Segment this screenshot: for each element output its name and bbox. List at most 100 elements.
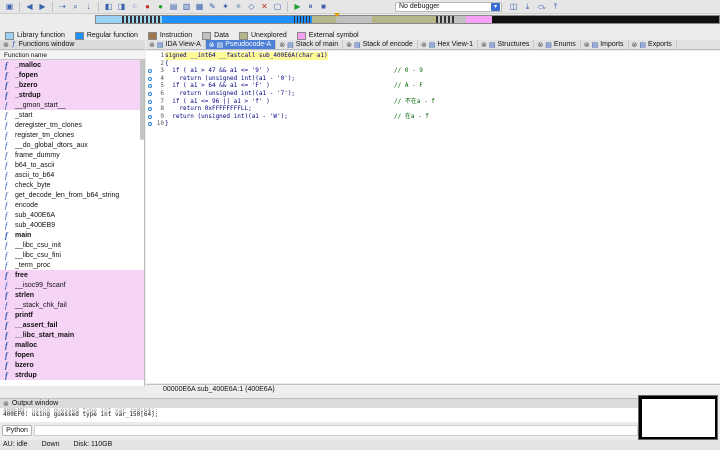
close-icon[interactable]: ⊗ (632, 41, 638, 49)
function-icon[interactable]: ● (142, 1, 153, 12)
function-list-item[interactable]: f printf (0, 310, 144, 320)
line-marker-icon[interactable] (148, 69, 152, 74)
pseudocode-view[interactable]: 1 signed __int64 __fastcall sub_400E6A(ch… (146, 51, 720, 383)
line-marker-icon[interactable] (148, 92, 152, 96)
struct-icon[interactable]: ▥ (181, 1, 192, 12)
tab-exports[interactable]: ⊗ ▤ Exports (629, 40, 677, 49)
data-icon[interactable]: ◨ (116, 1, 127, 12)
function-list-item[interactable]: f __libc_start_main (0, 330, 144, 340)
close-icon[interactable]: ⊗ (421, 41, 427, 49)
patch-icon[interactable]: ✦ (220, 1, 231, 12)
line-marker-icon[interactable] (148, 122, 152, 127)
column-header-function-name[interactable]: Function name (0, 51, 145, 60)
delete-icon[interactable]: ✕ (259, 1, 270, 12)
enum-icon[interactable]: ▦ (194, 1, 205, 12)
function-list-item[interactable]: f strdup (0, 370, 144, 380)
forward-icon[interactable]: ▶ (37, 1, 48, 12)
close-icon[interactable]: ⊗ (209, 41, 215, 49)
function-list-item[interactable]: f __libc_csu_init (0, 240, 144, 250)
step-into-icon[interactable]: ⤓ (522, 1, 533, 12)
function-list-item[interactable]: f _strdup (0, 90, 144, 100)
line-marker-icon[interactable] (148, 99, 152, 104)
line-marker-icon[interactable] (148, 76, 152, 81)
stop-icon[interactable]: ■ (318, 1, 329, 12)
function-list-item[interactable]: f __assert_fail (0, 320, 144, 330)
function-list-item[interactable]: f bzero (0, 360, 144, 370)
function-list-item[interactable]: f _bzero (0, 80, 144, 90)
search-icon[interactable]: ⌕ (70, 1, 81, 12)
function-list-item[interactable]: f sub_400EB9 (0, 220, 144, 230)
close-icon[interactable]: ⊗ (3, 400, 9, 408)
function-list-item[interactable]: f __isoc99_fscanf (0, 280, 144, 290)
green-circle-icon[interactable]: ● (155, 1, 166, 12)
function-list-item[interactable]: f frame_dummy (0, 150, 144, 160)
close-icon[interactable]: ⊗ (537, 41, 543, 49)
function-list-item[interactable]: f b64_to_ascii (0, 160, 144, 170)
close-icon[interactable]: ⊗ (3, 41, 9, 49)
back-icon[interactable]: ◀ (24, 1, 35, 12)
tab-stack-of-encode[interactable]: ⊗ ▤ Stack of encode (343, 40, 418, 49)
python-button[interactable]: Python (2, 425, 32, 436)
function-list-item[interactable]: f __do_global_dtors_aux (0, 140, 144, 150)
function-list-item[interactable]: f free (0, 270, 144, 280)
function-list-item[interactable]: f _term_proc (0, 260, 144, 270)
save-icon[interactable]: ▣ (4, 1, 15, 12)
functions-scrollbar[interactable] (140, 60, 144, 140)
breakpoint-icon[interactable]: ✧ (233, 1, 244, 12)
close-icon[interactable]: ⊗ (149, 41, 155, 49)
function-list-item[interactable]: f fopen (0, 350, 144, 360)
code-line[interactable]: 10} (146, 120, 720, 128)
tab-pseudocode-a[interactable]: ⊗ ▤ Pseudocode-A (205, 40, 277, 49)
close-icon[interactable]: ⊗ (584, 41, 590, 49)
line-marker-icon[interactable] (148, 107, 152, 112)
command-input[interactable] (34, 425, 638, 436)
tab-enums[interactable]: ⊗ ▤ Enums (534, 40, 581, 49)
pause-icon[interactable]: ⏸ (305, 1, 316, 12)
function-list-item[interactable]: f __stack_chk_fail (0, 300, 144, 310)
tab-stack-of-main[interactable]: ⊗ ▤ Stack of main (276, 40, 344, 49)
tab-ida-view-a[interactable]: ⊗ ▤ IDA View-A (146, 40, 206, 49)
function-list-item[interactable]: f _start (0, 110, 144, 120)
step-over-icon[interactable]: ⤼ (536, 1, 547, 12)
step-out-icon[interactable]: ⤒ (550, 1, 561, 12)
function-list-item[interactable]: f sub_400E6A (0, 210, 144, 220)
tab-imports[interactable]: ⊗ ▤ Imports (581, 40, 629, 49)
down-arrow-icon[interactable]: ↓ (83, 1, 94, 12)
line-marker-icon[interactable] (148, 114, 152, 119)
string-icon[interactable]: ⁘ (129, 1, 140, 12)
function-list-item[interactable]: f main (0, 230, 144, 240)
function-list-item[interactable]: f malloc (0, 340, 144, 350)
debugger-select[interactable]: No debugger ▾ (395, 2, 502, 12)
function-list-item[interactable]: f _fopen (0, 70, 144, 80)
tab-label: Pseudocode-A (225, 41, 272, 48)
function-list-item[interactable]: f encode (0, 200, 144, 210)
tab-hex-view-1[interactable]: ⊗ ▤ Hex View-1 (418, 40, 478, 49)
play-icon[interactable]: ▶ (292, 1, 303, 12)
function-icon: f (5, 120, 8, 130)
debug-icon[interactable]: ◫ (508, 1, 519, 12)
function-list-item[interactable]: f get_decode_len_from_b64_string (0, 190, 144, 200)
close-icon[interactable]: ⊗ (279, 41, 285, 49)
close-icon[interactable]: ⊗ (481, 41, 487, 49)
close-icon[interactable]: ⊗ (346, 41, 352, 49)
function-list-item[interactable]: f check_byte (0, 180, 144, 190)
jump-icon[interactable]: ⇢ (57, 1, 68, 12)
functions-window-title: ⊗ ƒ Functions window (0, 40, 145, 50)
function-list-item[interactable]: f ascii_to_b64 (0, 170, 144, 180)
edit-icon[interactable]: ✎ (207, 1, 218, 12)
function-list-item[interactable]: f __gmon_start__ (0, 100, 144, 110)
hide-icon[interactable]: ◇ (246, 1, 257, 12)
function-list-item[interactable]: f deregister_tm_clones (0, 120, 144, 130)
graph-overview[interactable] (638, 395, 718, 440)
tab-structures[interactable]: ⊗ ▤ Structures (478, 40, 535, 49)
function-list-item[interactable]: f strlen (0, 290, 144, 300)
navigation-band[interactable] (95, 15, 720, 24)
code-icon[interactable]: ◧ (103, 1, 114, 12)
function-list-item[interactable]: f __libc_csu_fini (0, 250, 144, 260)
function-list-item[interactable]: f _malloc (0, 60, 144, 70)
toolbar-separator (287, 1, 288, 12)
graph-icon[interactable]: ▢ (272, 1, 283, 12)
array-icon[interactable]: ▤ (168, 1, 179, 12)
line-marker-icon[interactable] (148, 84, 152, 89)
function-list-item[interactable]: f register_tm_clones (0, 130, 144, 140)
